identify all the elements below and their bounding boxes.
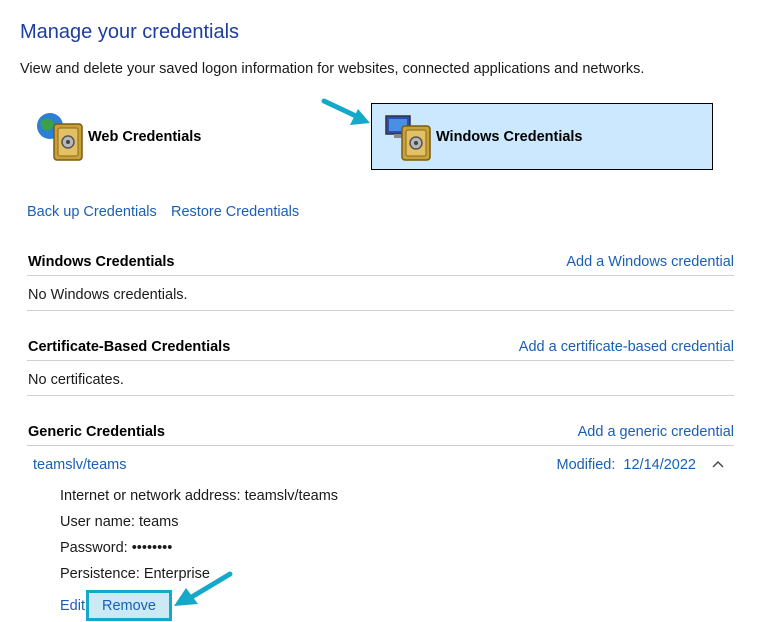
modified-label: Modified:: [556, 457, 616, 473]
globe-vault-icon: [34, 110, 88, 164]
detail-password: Password: ••••••••: [60, 540, 173, 556]
callout-arrow-icon: [174, 571, 233, 606]
restore-credentials-link[interactable]: Restore Credentials: [171, 204, 299, 220]
page-title: Manage your credentials: [20, 21, 240, 43]
windows-credentials-label: Windows Credentials: [436, 128, 583, 145]
modified-info: Modified: 12/14/2022: [557, 457, 696, 473]
remove-button[interactable]: Remove: [86, 590, 172, 621]
add-certificate-credential-link[interactable]: Add a certificate-based credential: [519, 339, 734, 355]
credential-name: teamslv/teams: [33, 457, 127, 473]
section-heading: Certificate-Based Credentials: [28, 339, 231, 355]
section-heading: Windows Credentials: [28, 254, 175, 270]
empty-message: No certificates.: [28, 372, 124, 388]
callout-arrow-icon: [321, 98, 370, 125]
edit-link[interactable]: Edit: [60, 598, 85, 614]
certificate-credentials-list: No certificates.: [27, 364, 734, 396]
windows-credentials-list: No Windows credentials.: [27, 279, 734, 311]
generic-credentials-header: Generic Credentials Add a generic creden…: [27, 424, 734, 446]
page-subtitle: View and delete your saved logon informa…: [20, 61, 645, 77]
add-windows-credential-link[interactable]: Add a Windows credential: [566, 254, 734, 270]
empty-message: No Windows credentials.: [28, 287, 188, 303]
windows-credentials-header: Windows Credentials Add a Windows creden…: [27, 254, 734, 276]
chevron-up-icon[interactable]: [710, 456, 726, 472]
web-credentials-label: Web Credentials: [88, 129, 202, 145]
add-generic-credential-link[interactable]: Add a generic credential: [578, 424, 734, 440]
certificate-credentials-header: Certificate-Based Credentials Add a cert…: [27, 339, 734, 361]
detail-address: Internet or network address: teamslv/tea…: [60, 488, 339, 504]
credential-entry-row[interactable]: teamslv/teams Modified: 12/14/2022: [27, 456, 734, 476]
modified-date: 12/14/2022: [623, 457, 696, 473]
remove-label: Remove: [102, 597, 156, 614]
section-heading: Generic Credentials: [28, 424, 165, 440]
web-credentials-tab[interactable]: Web Credentials: [34, 110, 201, 164]
detail-username: User name: teams: [60, 514, 179, 530]
backup-credentials-link[interactable]: Back up Credentials: [27, 204, 157, 220]
windows-credentials-tab[interactable]: Windows Credentials: [371, 103, 713, 170]
monitor-vault-icon: [382, 110, 436, 164]
